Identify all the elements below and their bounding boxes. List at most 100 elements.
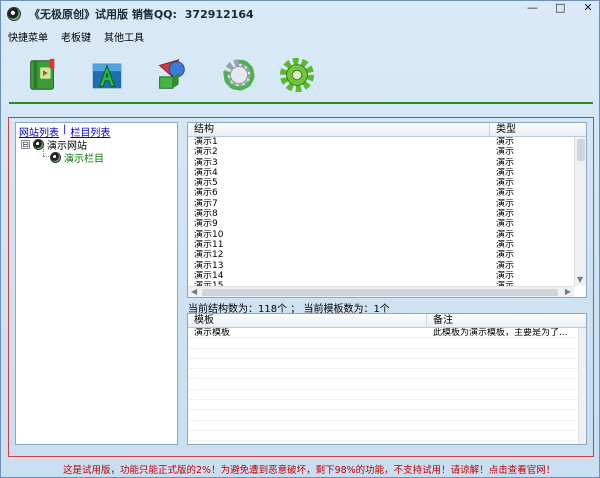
type-cell: 演示: [496, 270, 515, 281]
empty-row: [188, 359, 586, 370]
letter-a-icon: [92, 63, 122, 89]
type-cell: 演示: [496, 250, 515, 261]
empty-row: [188, 338, 586, 349]
type-cell: 演示: [496, 178, 515, 189]
scroll-thumb[interactable]: [202, 289, 558, 296]
type-cell: 演示: [496, 239, 515, 250]
sales-qq-number: 372912164: [184, 8, 254, 21]
table-row[interactable]: 演示12 演示: [188, 250, 586, 260]
structure-cell: 演示5: [194, 178, 218, 189]
empty-row: [188, 349, 586, 359]
column-header-structure[interactable]: 结构: [188, 123, 490, 137]
scroll-thumb[interactable]: [577, 139, 585, 161]
toolbar-button-book[interactable]: [23, 55, 63, 95]
table-row[interactable]: 演示4 演示: [188, 168, 586, 178]
table-row[interactable]: 演示1 演示: [188, 137, 586, 147]
template-rows: 演示模板 此模板为演示模板，主要是为了...: [188, 328, 586, 442]
table-row[interactable]: 演示7 演示: [188, 199, 586, 209]
empty-row: [188, 400, 586, 411]
structure-table: 结构 类型 演示1 演示 演示2 演示 演示3 演示 演示4 演示 演示5 演示 演示6 演示 演示7 演…: [187, 122, 587, 298]
type-cell: 演示: [496, 188, 515, 199]
app-logo-icon: [7, 7, 21, 21]
structure-cell: 演示9: [194, 219, 218, 230]
title-bar: 《无极原创》试用版 销售QQ: 372912164 — □ ✕: [1, 1, 599, 27]
empty-row: [188, 410, 586, 421]
empty-row: [188, 379, 586, 390]
table-row[interactable]: 演示8 演示: [188, 209, 586, 219]
structure-cell: 演示14: [194, 270, 224, 281]
maximize-button[interactable]: □: [555, 2, 565, 13]
structure-vertical-scrollbar[interactable]: ▼: [574, 137, 586, 286]
table-row[interactable]: 演示11 演示: [188, 240, 586, 250]
empty-row: [188, 421, 586, 431]
empty-row: [188, 390, 586, 401]
collapse-icon[interactable]: ⊟: [21, 140, 30, 149]
type-cell: 演示: [496, 137, 515, 147]
type-cell: 演示: [496, 167, 515, 178]
template-vertical-scrollbar[interactable]: [578, 328, 586, 444]
structure-table-header: 结构 类型: [188, 123, 586, 137]
type-cell: 演示: [496, 147, 515, 158]
type-cell: 演示: [496, 229, 515, 240]
toolbar-divider: [9, 102, 593, 104]
refresh-gear-icon: [222, 59, 255, 91]
toolbar-button-refresh[interactable]: [219, 55, 259, 95]
window-controls: — □ ✕: [527, 2, 593, 13]
toolbar: [1, 49, 599, 103]
structure-cell: 演示1: [194, 137, 218, 147]
type-cell: 演示: [496, 260, 515, 271]
tree-node-column[interactable]: 演示栏目: [50, 150, 104, 165]
close-button[interactable]: ✕: [583, 2, 593, 13]
template-table-header: 模板 备注: [188, 314, 586, 328]
table-row[interactable]: 演示9 演示: [188, 219, 586, 229]
structure-cell: 演示3: [194, 157, 218, 168]
green-book-icon: [30, 58, 55, 90]
template-note-cell: 此模板为演示模板，主要是为了...: [433, 328, 568, 338]
type-cell: 演示: [496, 209, 515, 220]
column-node-icon: [50, 152, 61, 163]
structure-cell: 演示11: [194, 239, 224, 250]
scroll-down-icon[interactable]: ▼: [577, 275, 583, 285]
site-tree-panel: 网站列表 | 栏目列表 ⊟ 演示网站 演示栏目: [15, 122, 178, 445]
table-row[interactable]: 演示3 演示: [188, 158, 586, 168]
menu-boss-key[interactable]: 老板键: [54, 29, 97, 44]
table-row[interactable]: 演示14 演示: [188, 271, 586, 281]
toolbar-button-text[interactable]: [87, 55, 127, 95]
table-row[interactable]: 演示6 演示: [188, 188, 586, 198]
type-cell: 演示: [496, 157, 515, 168]
template-table: 模板 备注 演示模板 此模板为演示模板，主要是为了...: [187, 313, 587, 445]
toolbar-button-shapes[interactable]: [151, 55, 191, 95]
structure-cell: 演示2: [194, 147, 218, 158]
structure-horizontal-scrollbar[interactable]: ◀ ▶: [188, 286, 574, 297]
empty-row: [188, 431, 586, 442]
structure-cell: 演示4: [194, 167, 218, 178]
table-row[interactable]: 演示13 演示: [188, 261, 586, 271]
menu-quick[interactable]: 快捷菜单: [1, 29, 54, 44]
structure-cell: 演示10: [194, 229, 224, 240]
tree-connector: [43, 156, 49, 157]
column-header-type[interactable]: 类型: [490, 123, 576, 137]
scroll-left-icon[interactable]: ◀: [191, 287, 197, 297]
table-row[interactable]: 演示5 演示: [188, 178, 586, 188]
scroll-right-icon[interactable]: ▶: [565, 287, 571, 297]
window-title-text: 《无极原创》试用版 销售QQ:: [29, 8, 177, 21]
table-row[interactable]: 演示10 演示: [188, 230, 586, 240]
column-header-note[interactable]: 备注: [427, 314, 577, 328]
shapes-icon: [158, 59, 185, 89]
column-header-template[interactable]: 模板: [188, 314, 427, 328]
structure-cell: 演示6: [194, 188, 218, 199]
tree-node-column-label: 演示栏目: [64, 154, 104, 165]
trial-notice[interactable]: 这是试用版，功能只能正式版的2%！为避免遭到恶意破坏，剩下98%的功能，不支持试…: [63, 462, 555, 476]
menu-bar: 快捷菜单 老板键 其他工具: [1, 27, 599, 45]
toolbar-button-settings[interactable]: [277, 55, 317, 95]
minimize-button[interactable]: —: [527, 2, 538, 13]
structure-cell: 演示13: [194, 260, 224, 271]
structure-cell: 演示8: [194, 209, 218, 220]
green-gear-icon: [279, 57, 315, 93]
table-row[interactable]: 演示模板 此模板为演示模板，主要是为了...: [188, 328, 586, 339]
table-row[interactable]: 演示2 演示: [188, 147, 586, 157]
type-cell: 演示: [496, 198, 515, 209]
app-window: 《无极原创》试用版 销售QQ: 372912164 — □ ✕ 快捷菜单 老板键…: [0, 0, 600, 478]
menu-other-tools[interactable]: 其他工具: [97, 29, 150, 44]
structure-rows: 演示1 演示 演示2 演示 演示3 演示 演示4 演示 演示5 演示 演示6 演示 演示7 演示 演示8 演示…: [188, 137, 586, 291]
